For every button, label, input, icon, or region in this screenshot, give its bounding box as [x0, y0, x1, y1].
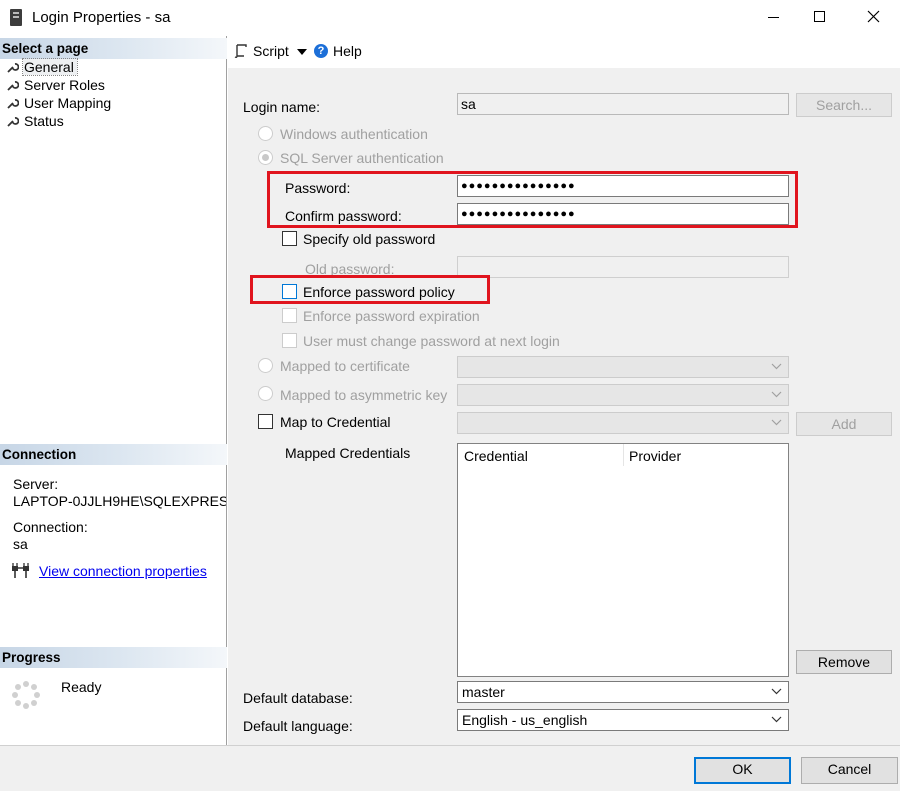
page-item-label: User Mapping	[24, 95, 112, 111]
dialog-button-bar: OK Cancel	[0, 745, 900, 791]
progress-spinner-icon	[12, 681, 40, 709]
asymmetric-key-combo[interactable]	[457, 384, 789, 406]
mapped-credentials-label: Mapped Credentials	[285, 445, 411, 461]
sql-auth-label: SQL Server authentication	[280, 150, 444, 166]
window-title: Login Properties - sa	[32, 9, 171, 26]
mapped-asymmetric-key-label: Mapped to asymmetric key	[280, 387, 448, 403]
old-password-field[interactable]	[457, 256, 789, 278]
map-to-credential-label: Map to Credential	[280, 414, 391, 430]
chevron-down-icon	[771, 391, 782, 398]
chevron-down-icon	[771, 688, 782, 695]
must-change-password-label: User must change password at next login	[303, 333, 560, 349]
add-button[interactable]: Add	[796, 412, 892, 436]
specify-old-password-label: Specify old password	[303, 231, 436, 247]
default-language-label: Default language:	[243, 718, 353, 734]
login-name-field[interactable]: sa	[457, 93, 789, 115]
policy-highlight-box	[250, 275, 490, 304]
default-database-combo[interactable]: master	[457, 681, 789, 703]
default-language-combo[interactable]: English - us_english	[457, 709, 789, 731]
login-properties-window: Login Properties - sa Select a page Gene…	[0, 0, 900, 791]
toolbar: Script ? Help	[228, 36, 900, 68]
select-page-header: Select a page	[0, 38, 227, 59]
wrench-icon	[7, 80, 19, 91]
connection-value: sa	[13, 536, 28, 552]
progress-header: Progress	[0, 647, 227, 668]
column-divider	[623, 444, 624, 466]
app-icon	[10, 9, 22, 26]
wrench-icon	[7, 98, 19, 109]
close-icon	[867, 10, 880, 23]
certificate-combo[interactable]	[457, 356, 789, 378]
remove-button[interactable]: Remove	[796, 650, 892, 674]
general-page-pane: Script ? Help Login name: sa Search... W…	[228, 36, 900, 745]
enforce-password-expiration-checkbox[interactable]	[282, 308, 297, 323]
sql-auth-radio[interactable]	[258, 150, 273, 165]
page-item-status[interactable]: Status	[6, 112, 67, 130]
mapped-credentials-list[interactable]: Credential Provider	[457, 443, 789, 677]
page-item-user-mapping[interactable]: User Mapping	[6, 94, 114, 112]
search-button[interactable]: Search...	[796, 93, 892, 117]
column-header-provider[interactable]: Provider	[629, 448, 681, 464]
connection-header: Connection	[0, 444, 227, 465]
connection-label: Connection:	[13, 519, 88, 535]
page-item-label: Status	[24, 113, 64, 129]
login-name-label: Login name:	[243, 99, 321, 115]
cancel-button[interactable]: Cancel	[801, 757, 898, 784]
page-item-label: General	[22, 58, 78, 76]
credential-combo[interactable]	[457, 412, 789, 434]
dropdown-arrow-icon	[296, 49, 307, 55]
column-header-credential[interactable]: Credential	[464, 448, 528, 464]
page-item-server-roles[interactable]: Server Roles	[6, 76, 108, 94]
script-icon	[234, 44, 247, 59]
script-label: Script	[253, 43, 289, 59]
mapped-asymmetric-key-radio[interactable]	[258, 386, 273, 401]
wrench-icon	[7, 116, 19, 127]
enforce-password-expiration-label: Enforce password expiration	[303, 308, 480, 324]
minimize-icon	[768, 17, 779, 18]
help-icon: ?	[314, 44, 328, 58]
server-label: Server:	[13, 476, 59, 492]
minimize-button[interactable]	[750, 0, 796, 34]
help-label: Help	[333, 43, 362, 59]
windows-auth-label: Windows authentication	[280, 126, 428, 142]
must-change-password-checkbox[interactable]	[282, 333, 297, 348]
ok-button[interactable]: OK	[694, 757, 791, 784]
mapped-certificate-radio[interactable]	[258, 358, 273, 373]
chevron-down-icon	[771, 419, 782, 426]
wrench-icon	[7, 62, 19, 73]
chevron-down-icon	[771, 363, 782, 370]
maximize-icon	[814, 11, 825, 22]
connection-properties-icon	[12, 563, 29, 578]
page-item-general[interactable]: General	[6, 58, 78, 76]
mapped-certificate-label: Mapped to certificate	[280, 358, 410, 374]
maximize-button[interactable]	[796, 0, 842, 34]
default-database-label: Default database:	[243, 690, 353, 706]
credentials-list-header: Credential Provider	[458, 444, 788, 466]
map-to-credential-checkbox[interactable]	[258, 414, 273, 429]
default-language-value: English - us_english	[462, 712, 588, 728]
page-item-label: Server Roles	[24, 77, 105, 93]
title-bar: Login Properties - sa	[0, 0, 900, 36]
script-button[interactable]: Script	[234, 43, 307, 59]
default-database-value: master	[462, 684, 505, 700]
windows-auth-radio[interactable]	[258, 126, 273, 141]
chevron-down-icon	[771, 716, 782, 723]
left-pane: Select a page General Server Roles User …	[0, 36, 227, 745]
close-button[interactable]	[850, 0, 896, 34]
view-connection-properties-link[interactable]: View connection properties	[39, 563, 207, 579]
server-value: LAPTOP-0JJLH9HE\SQLEXPRESS	[13, 493, 226, 509]
specify-old-password-checkbox[interactable]	[282, 231, 297, 246]
progress-status: Ready	[61, 679, 102, 695]
password-highlight-box	[267, 171, 798, 228]
help-button[interactable]: ? Help	[314, 43, 362, 59]
